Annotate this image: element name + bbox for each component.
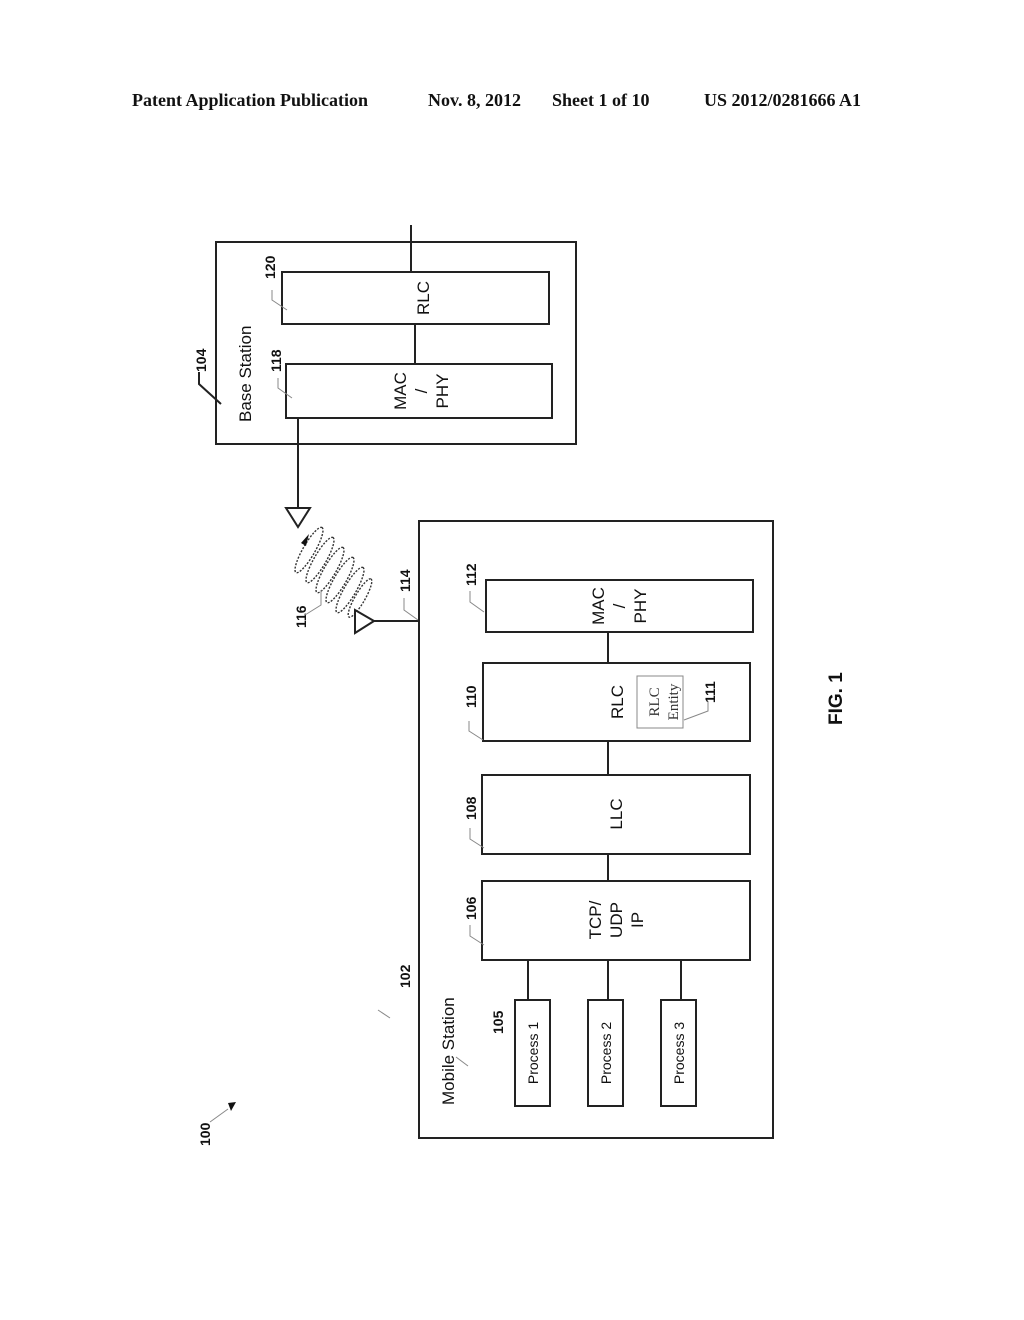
base-station-label: Base Station — [236, 326, 255, 422]
system-leader — [209, 1108, 229, 1123]
bs-slash-label: / — [412, 388, 431, 393]
ms-mac-label: MAC — [589, 587, 608, 625]
rlc-entity-line2: Entity — [666, 683, 682, 720]
base-station: Base Station 104 RLC 120 MAC / PHY 118 — [193, 225, 577, 508]
mobile-station: Mobile Station 102 MAC / PHY 112 RLC 110… — [377, 520, 774, 1139]
signal-ref: 116 — [293, 605, 309, 628]
figure-caption: FIG. 1 — [826, 672, 847, 725]
wireless-signal-icon — [294, 526, 373, 618]
ms-tcp-ip-ref: 106 — [463, 896, 479, 920]
bs-mac-label: MAC — [391, 372, 410, 410]
ms-mac-phy-ref: 112 — [463, 563, 479, 586]
bs-antenna-icon — [284, 507, 312, 529]
system-arrow-icon — [228, 1102, 236, 1111]
processes-ref: 105 — [490, 1010, 506, 1034]
rlc-entity-line1: RLC — [647, 687, 663, 716]
mobile-station-leader — [377, 1009, 391, 1019]
bs-rlc-label: RLC — [414, 281, 433, 315]
mobile-station-ref: 102 — [397, 964, 413, 988]
bs-mac-phy-ref: 118 — [268, 349, 284, 372]
ms-ip-label: IP — [628, 912, 647, 928]
bs-rlc-ref: 120 — [262, 255, 278, 279]
ms-udp-label: UDP — [607, 902, 626, 938]
ms-llc-label: LLC — [607, 798, 626, 829]
process-1-label: Process 1 — [525, 1022, 541, 1084]
base-station-ref: 104 — [193, 348, 209, 372]
process-2-label: Process 2 — [598, 1022, 614, 1084]
mobile-station-label: Mobile Station — [439, 997, 458, 1105]
antenna-ref: 114 — [397, 569, 413, 592]
figure-diagram: Base Station 104 RLC 120 MAC / PHY 118 1… — [193, 225, 847, 1146]
rlc-entity-ref: 111 — [702, 681, 718, 703]
ms-llc-ref: 108 — [463, 796, 479, 820]
antenna-leader — [403, 598, 419, 621]
bs-phy-label: PHY — [433, 374, 452, 409]
ms-slash-label: / — [610, 603, 629, 608]
ms-antenna-icon — [354, 608, 376, 635]
signal-arrow-icon — [301, 534, 309, 546]
system-ref: 100 — [197, 1122, 213, 1146]
ms-phy-label: PHY — [631, 589, 650, 624]
process-3-label: Process 3 — [671, 1022, 687, 1084]
ms-rlc-label: RLC — [608, 685, 627, 719]
ms-tcp-label: TCP/ — [586, 900, 605, 939]
ms-rlc-ref: 110 — [463, 685, 479, 708]
